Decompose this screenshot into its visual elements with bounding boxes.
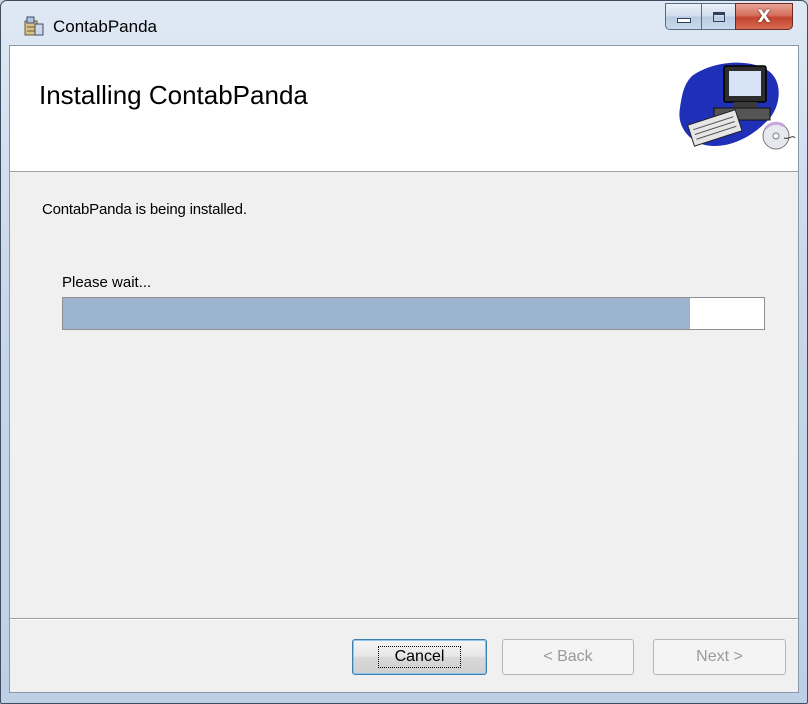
maximize-icon xyxy=(712,11,725,22)
back-button-label: < Back xyxy=(543,648,593,665)
minimize-button[interactable] xyxy=(665,3,701,30)
window-controls: X xyxy=(665,3,793,31)
close-button[interactable]: X xyxy=(735,3,793,30)
installer-window: ContabPanda X Installing ContabPanda Con… xyxy=(0,0,808,704)
computer-with-cd-icon xyxy=(679,62,796,150)
header-banner: Installing ContabPanda xyxy=(10,46,798,172)
next-button[interactable]: Next > xyxy=(653,639,786,675)
maximize-button[interactable] xyxy=(701,3,735,30)
install-progress-bar xyxy=(62,297,765,330)
title-bar[interactable]: ContabPanda X xyxy=(1,1,807,45)
progress-label: Please wait... xyxy=(62,274,152,291)
cancel-button[interactable]: Cancel xyxy=(352,639,487,675)
close-icon: X xyxy=(757,6,771,27)
back-button[interactable]: < Back xyxy=(502,639,634,675)
installer-app-icon xyxy=(24,16,44,36)
footer-divider xyxy=(10,618,798,620)
install-status-message: ContabPanda is being installed. xyxy=(42,201,247,218)
minimize-icon xyxy=(676,18,691,23)
cancel-button-label: Cancel xyxy=(377,646,462,668)
window-title: ContabPanda xyxy=(53,17,157,36)
next-button-label: Next > xyxy=(696,648,743,665)
installer-body: Installing ContabPanda ContabPanda is be… xyxy=(9,45,799,693)
page-title: Installing ContabPanda xyxy=(39,80,308,110)
progress-fill xyxy=(63,298,691,329)
